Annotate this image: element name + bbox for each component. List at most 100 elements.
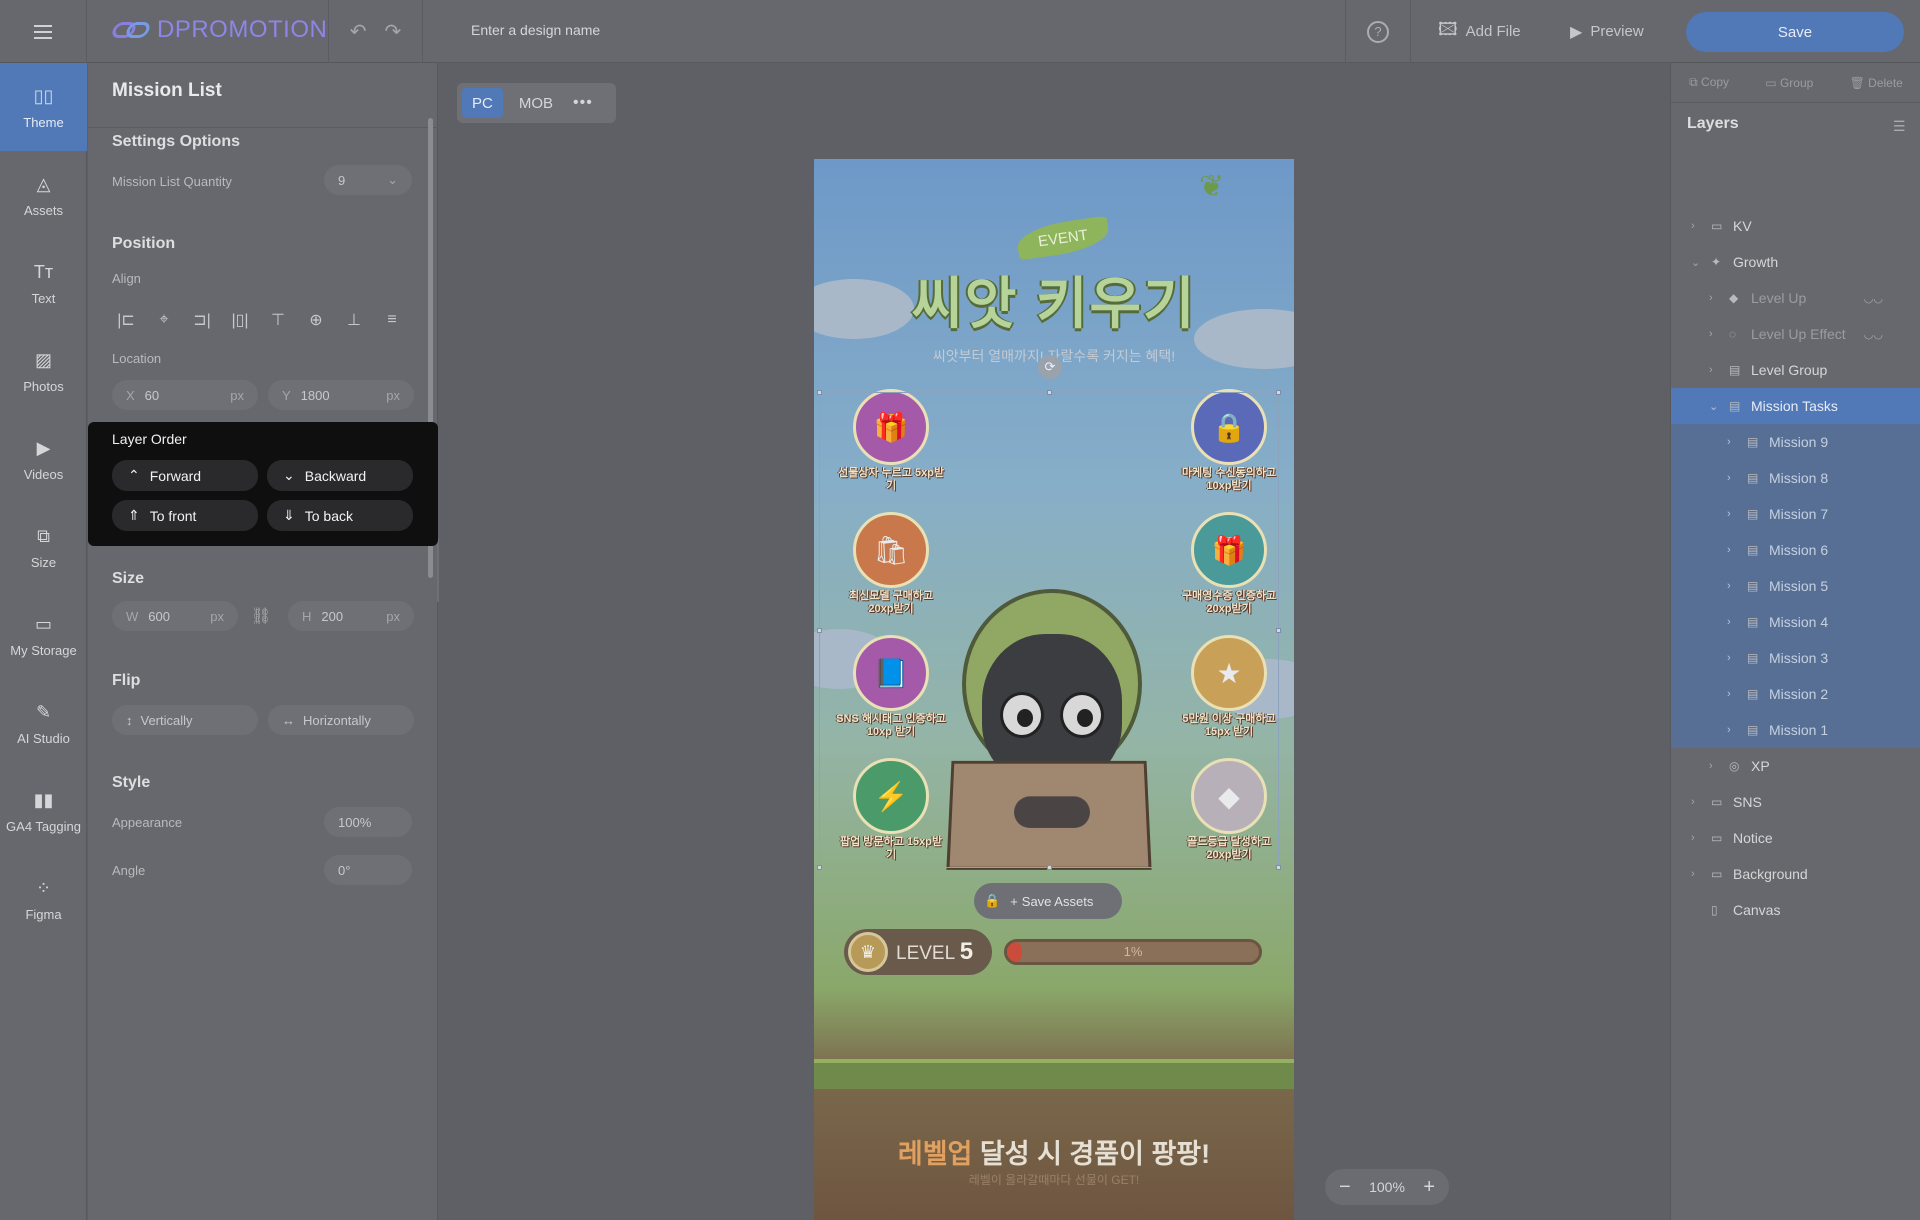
chevron-down-icon[interactable]: ⌄ bbox=[1691, 256, 1705, 269]
menu-button[interactable] bbox=[0, 0, 87, 63]
resize-handle[interactable] bbox=[817, 628, 822, 633]
chevron-right-icon[interactable]: › bbox=[1727, 688, 1741, 700]
layer-row[interactable]: › ▤ Mission 8 bbox=[1671, 460, 1920, 496]
align-right-icon[interactable]: ⊐| bbox=[188, 305, 216, 335]
chevron-right-icon[interactable]: › bbox=[1709, 364, 1723, 376]
hidden-eye-icon[interactable]: ◡◡ bbox=[1864, 292, 1883, 305]
x-input[interactable]: X 60 px bbox=[112, 380, 258, 410]
angle-input[interactable]: 0° bbox=[324, 855, 412, 885]
layer-row[interactable]: › ◌ Level Up Effect ◡◡ bbox=[1671, 316, 1920, 352]
layer-row[interactable]: › ◆ Level Up ◡◡ bbox=[1671, 280, 1920, 316]
layer-row[interactable]: › ▤ Mission 6 bbox=[1671, 532, 1920, 568]
chevron-down-icon[interactable]: ⌄ bbox=[1709, 400, 1723, 413]
chevron-right-icon[interactable]: › bbox=[1709, 292, 1723, 304]
chevron-right-icon[interactable]: › bbox=[1691, 832, 1705, 844]
group-button[interactable]: ▭ Group bbox=[1765, 76, 1813, 90]
chevron-right-icon[interactable]: › bbox=[1727, 724, 1741, 736]
more-icon[interactable]: ••• bbox=[573, 94, 593, 112]
layer-row[interactable]: ▯ Canvas bbox=[1671, 892, 1920, 928]
chevron-right-icon[interactable]: › bbox=[1727, 616, 1741, 628]
flip-vertical-button[interactable]: ↕ Vertically bbox=[112, 705, 258, 735]
resize-handle[interactable] bbox=[817, 390, 822, 395]
distribute-h-icon[interactable]: |▯| bbox=[226, 305, 254, 335]
layer-row[interactable]: › ▤ Mission 3 bbox=[1671, 640, 1920, 676]
nav-ga4-tagging[interactable]: ▮▮ GA4 Tagging bbox=[0, 767, 87, 855]
rotate-handle-icon[interactable]: ⟳ bbox=[1038, 355, 1062, 379]
chevron-right-icon[interactable]: › bbox=[1709, 760, 1723, 772]
layer-row[interactable]: › ▤ Mission 5 bbox=[1671, 568, 1920, 604]
chevron-right-icon[interactable]: › bbox=[1709, 328, 1723, 340]
nav-assets[interactable]: ◬ Assets bbox=[0, 151, 87, 239]
delete-button[interactable]: 🗑 Delete bbox=[1850, 76, 1903, 90]
undo-icon[interactable]: ↶ bbox=[350, 19, 367, 44]
tab-mob[interactable]: MOB bbox=[509, 88, 563, 118]
design-name-input[interactable]: Enter a design name bbox=[471, 22, 971, 38]
redo-icon[interactable]: ↷ bbox=[385, 19, 402, 44]
hidden-eye-icon[interactable]: ◡◡ bbox=[1864, 328, 1883, 341]
appearance-input[interactable]: 100% bbox=[324, 807, 412, 837]
design-artboard[interactable]: ❦ EVENT 씨앗 키우기 씨앗부터 열매까지! 자랄수록 커지는 혜택! 🎁… bbox=[814, 159, 1294, 1220]
layer-row[interactable]: › ▭ Background bbox=[1671, 856, 1920, 892]
to-back-button[interactable]: ⇓ To back bbox=[267, 500, 413, 531]
zoom-in-icon[interactable]: + bbox=[1423, 1176, 1435, 1199]
layer-row[interactable]: › ▭ SNS bbox=[1671, 784, 1920, 820]
layer-row[interactable]: › ◎ XP bbox=[1671, 748, 1920, 784]
save-assets-button[interactable]: 🔒 + Save Assets bbox=[974, 883, 1122, 919]
layer-row[interactable]: › ▤ Mission 7 bbox=[1671, 496, 1920, 532]
nav-size[interactable]: ⧉ Size bbox=[0, 503, 87, 591]
nav-theme[interactable]: ▯▯ Theme bbox=[0, 63, 87, 151]
align-middle-icon[interactable]: ⊕ bbox=[302, 305, 330, 335]
selection-box[interactable] bbox=[817, 390, 1281, 870]
layer-row[interactable]: › ▤ Mission 1 bbox=[1671, 712, 1920, 748]
chevron-right-icon[interactable]: › bbox=[1691, 868, 1705, 880]
resize-handle[interactable] bbox=[1276, 865, 1281, 870]
layer-row[interactable]: › ▭ KV bbox=[1671, 208, 1920, 244]
unlink-ratio-icon[interactable]: ⛓ bbox=[251, 606, 271, 626]
layer-row[interactable]: › ▤ Mission 9 bbox=[1671, 424, 1920, 460]
layer-row[interactable]: ⌄ ✦ Growth bbox=[1671, 244, 1920, 280]
layer-row[interactable]: ⌄ ▤ Mission Tasks bbox=[1671, 388, 1920, 424]
save-button[interactable]: Save bbox=[1686, 12, 1904, 52]
distribute-v-icon[interactable]: ≡ bbox=[378, 305, 406, 335]
chevron-right-icon[interactable]: › bbox=[1727, 436, 1741, 448]
resize-handle[interactable] bbox=[1047, 390, 1052, 395]
lock-icon[interactable]: 🔒 bbox=[984, 893, 1000, 909]
align-center-h-icon[interactable]: ⌖ bbox=[150, 305, 178, 335]
collapse-all-icon[interactable]: ☰ bbox=[1893, 118, 1906, 135]
height-input[interactable]: H 200 px bbox=[288, 601, 414, 631]
layer-row[interactable]: › ▤ Mission 2 bbox=[1671, 676, 1920, 712]
resize-handle[interactable] bbox=[1276, 628, 1281, 633]
resize-handle[interactable] bbox=[1276, 390, 1281, 395]
chevron-right-icon[interactable]: › bbox=[1727, 544, 1741, 556]
preview-button[interactable]: ▶ Preview bbox=[1570, 0, 1644, 63]
chevron-right-icon[interactable]: › bbox=[1727, 472, 1741, 484]
tab-pc[interactable]: PC bbox=[462, 88, 503, 118]
align-left-icon[interactable]: |⊏ bbox=[112, 305, 140, 335]
copy-button[interactable]: ⧉ Copy bbox=[1689, 75, 1729, 90]
add-file-button[interactable]: 🖾 Add File bbox=[1438, 0, 1521, 63]
width-input[interactable]: W 600 px bbox=[112, 601, 238, 631]
y-input[interactable]: Y 1800 px bbox=[268, 380, 414, 410]
logo[interactable]: DPROMOTION bbox=[110, 16, 327, 44]
align-bottom-icon[interactable]: ⊥ bbox=[340, 305, 368, 335]
layer-row[interactable]: › ▤ Mission 4 bbox=[1671, 604, 1920, 640]
nav-text[interactable]: Tт Text bbox=[0, 239, 87, 327]
flip-horizontal-button[interactable]: ↔ Horizontally bbox=[268, 705, 414, 735]
nav-my-storage[interactable]: ▭ My Storage bbox=[0, 591, 87, 679]
resize-handle[interactable] bbox=[817, 865, 822, 870]
layer-row[interactable]: › ▤ Level Group bbox=[1671, 352, 1920, 388]
align-top-icon[interactable]: ⊤ bbox=[264, 305, 292, 335]
chevron-right-icon[interactable]: › bbox=[1727, 508, 1741, 520]
chevron-right-icon[interactable]: › bbox=[1691, 796, 1705, 808]
nav-figma[interactable]: ⁘ Figma bbox=[0, 855, 87, 943]
zoom-out-icon[interactable]: − bbox=[1339, 1176, 1351, 1199]
help-button[interactable]: ? bbox=[1345, 0, 1411, 63]
mission-qty-select[interactable]: 9 ⌄ bbox=[324, 165, 412, 195]
resize-handle[interactable] bbox=[1047, 865, 1052, 870]
nav-videos[interactable]: ▶ Videos bbox=[0, 415, 87, 503]
backward-button[interactable]: ⌄ Backward bbox=[267, 460, 413, 491]
to-front-button[interactable]: ⇑ To front bbox=[112, 500, 258, 531]
layer-row[interactable]: › ▭ Notice bbox=[1671, 820, 1920, 856]
chevron-right-icon[interactable]: › bbox=[1727, 652, 1741, 664]
nav-ai-studio[interactable]: ✎ AI Studio bbox=[0, 679, 87, 767]
